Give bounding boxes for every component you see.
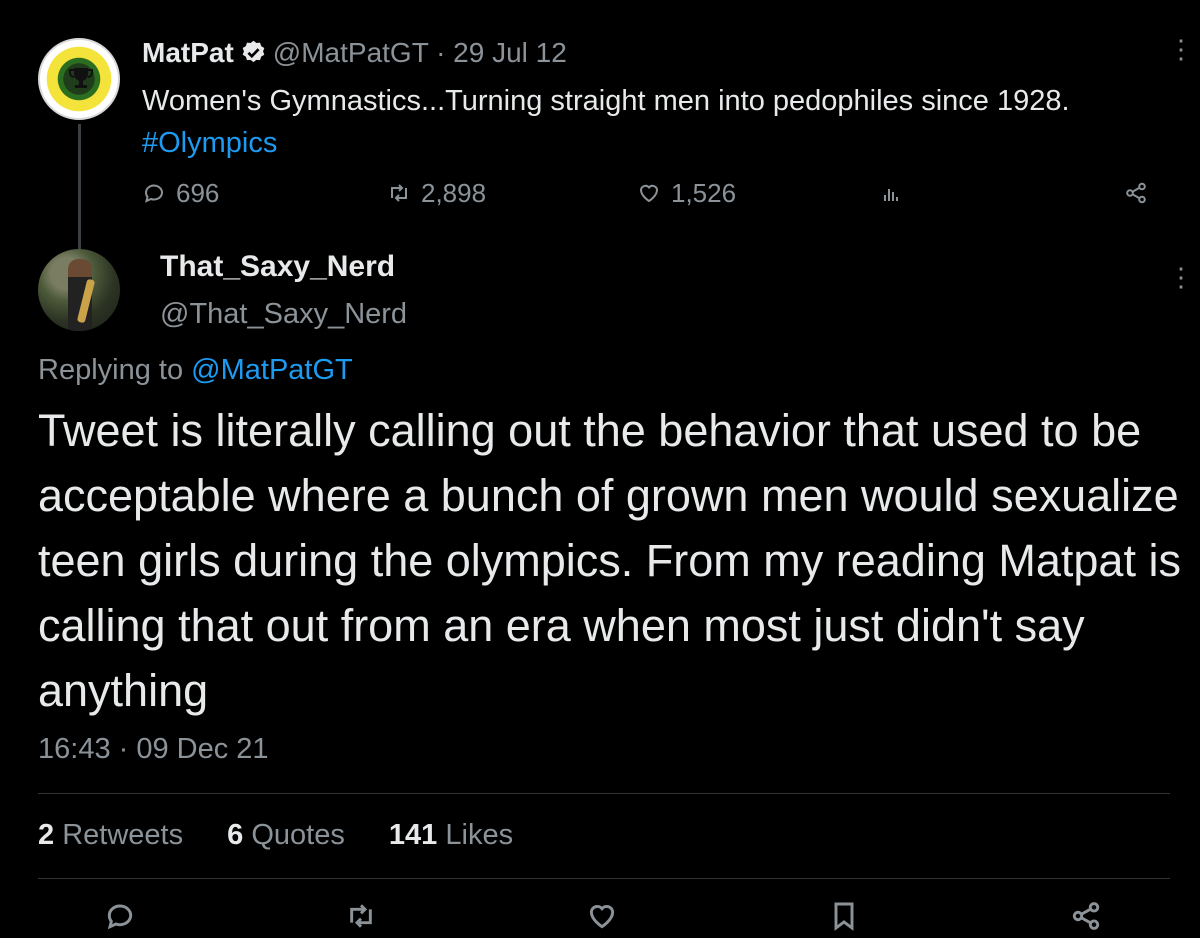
heart-icon xyxy=(639,184,659,203)
retweet-button[interactable] xyxy=(345,900,381,936)
parent-analytics-button[interactable] xyxy=(880,172,904,214)
reply-author-handle[interactable]: @That_Saxy_Nerd xyxy=(160,298,407,331)
thread-line xyxy=(78,124,81,250)
trophy-icon xyxy=(69,68,93,88)
parent-more-icon[interactable]: ⋮ xyxy=(1168,34,1194,65)
parent-reply-count: 696 xyxy=(176,177,220,208)
that-saxy-nerd-avatar[interactable] xyxy=(38,249,120,331)
parent-author-row: MatPat @MatPatGT · 29 Jul 12 xyxy=(142,36,567,70)
retweets-count: 2 xyxy=(38,819,55,851)
reply-stats: 2 Retweets 6 Quotes 141 Likes xyxy=(38,815,549,855)
parent-retweet-button[interactable]: 2,898 xyxy=(387,172,486,214)
retweet-icon xyxy=(350,904,372,928)
parent-reply-button[interactable]: 696 xyxy=(142,172,219,214)
likes-label: Likes xyxy=(445,819,514,851)
reply-icon xyxy=(107,904,133,930)
quotes-stat[interactable]: 6 Quotes xyxy=(227,819,345,851)
reply-button[interactable] xyxy=(104,900,140,936)
bookmark-icon xyxy=(834,902,854,931)
reply-action-bar xyxy=(0,890,1200,938)
likes-count: 141 xyxy=(388,819,438,851)
parent-author-name[interactable]: MatPat xyxy=(142,37,234,68)
replying-to: Replying to @MatPatGT xyxy=(38,354,353,387)
reply-more-icon[interactable]: ⋮ xyxy=(1168,262,1194,293)
parent-handle-time[interactable]: @MatPatGT · 29 Jul 12 xyxy=(273,37,567,68)
reply-timestamp[interactable]: 16:43 · 09 Dec 21 xyxy=(38,733,269,766)
parent-action-bar: 696 2,898 1,526 xyxy=(142,172,1162,214)
reply-author-name[interactable]: That_Saxy_Nerd xyxy=(160,250,395,284)
like-button[interactable] xyxy=(586,900,622,936)
divider xyxy=(38,878,1170,879)
parent-share-button[interactable] xyxy=(1124,172,1148,214)
parent-retweet-count: 2,898 xyxy=(421,177,487,208)
quotes-label: Quotes xyxy=(251,819,345,851)
parent-like-button[interactable]: 1,526 xyxy=(637,172,736,214)
replying-to-handle-link[interactable]: @MatPatGT xyxy=(191,354,353,386)
reply-icon xyxy=(145,184,163,203)
parent-like-count: 1,526 xyxy=(671,177,737,208)
analytics-icon xyxy=(884,189,898,201)
parent-tweet-body: Women's Gymnastics...Turning straight me… xyxy=(142,85,1070,117)
divider xyxy=(38,793,1170,794)
hashtag-link[interactable]: #Olympics xyxy=(142,127,277,159)
quotes-count: 6 xyxy=(227,819,244,851)
retweets-stat[interactable]: 2 Retweets xyxy=(38,819,183,851)
bookmark-button[interactable] xyxy=(828,900,864,936)
replying-to-label: Replying to xyxy=(38,354,192,386)
likes-stat[interactable]: 141 Likes xyxy=(389,819,513,851)
share-icon xyxy=(1126,182,1146,204)
retweet-icon xyxy=(391,184,407,202)
matpat-avatar[interactable] xyxy=(38,38,120,120)
parent-tweet-text: Women's Gymnastics...Turning straight me… xyxy=(142,80,1172,164)
share-icon xyxy=(1072,902,1100,930)
verified-badge-icon xyxy=(242,40,265,63)
retweets-label: Retweets xyxy=(62,819,184,851)
reply-tweet-text: Tweet is literally calling out the behav… xyxy=(38,405,1181,716)
heart-icon xyxy=(589,904,615,929)
share-button[interactable] xyxy=(1070,900,1106,936)
